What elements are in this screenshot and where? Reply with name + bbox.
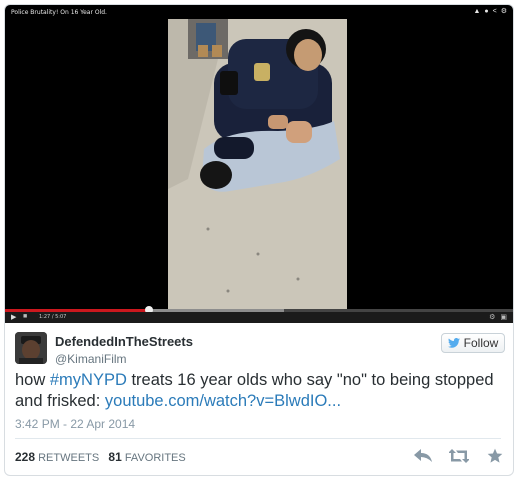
play-icon[interactable]: ▶ bbox=[11, 313, 16, 321]
avatar[interactable] bbox=[15, 332, 47, 364]
star-icon bbox=[487, 448, 503, 463]
twitter-bird-icon bbox=[447, 338, 460, 348]
video-title[interactable]: Police Brutality! On 16 Year Old. bbox=[11, 9, 107, 16]
video-frame-image bbox=[168, 19, 347, 311]
tweet-actions bbox=[413, 447, 505, 465]
hashtag-link[interactable]: #myNYPD bbox=[50, 371, 127, 389]
video-player[interactable]: Police Brutality! On 16 Year Old. ▲ ● < … bbox=[5, 5, 513, 323]
reply-icon bbox=[414, 449, 432, 462]
fullscreen-icon[interactable]: ▣ bbox=[500, 313, 507, 321]
video-frame[interactable] bbox=[168, 19, 347, 311]
favorites-count[interactable]: 81 bbox=[108, 450, 121, 464]
player-top-icons: ▲ ● < ⚙ bbox=[473, 8, 507, 16]
tweet-stats: 228 RETWEETS 81 FAVORITES bbox=[15, 450, 186, 464]
divider bbox=[15, 438, 501, 439]
player-right-controls: ⚙ ▣ bbox=[489, 313, 507, 321]
tweet-text: how #myNYPD treats 16 year olds who say … bbox=[15, 370, 505, 412]
youtube-link[interactable]: youtube.com/watch?v=BlwdIO... bbox=[105, 392, 341, 410]
tweet-timestamp[interactable]: 3:42 PM - 22 Apr 2014 bbox=[15, 417, 135, 431]
retweets-count[interactable]: 228 bbox=[15, 450, 35, 464]
user-handle[interactable]: @KimaniFilm bbox=[55, 352, 127, 366]
volume-icon[interactable]: ■ bbox=[23, 313, 27, 320]
retweet-button[interactable] bbox=[449, 447, 469, 465]
follow-button[interactable]: Follow bbox=[441, 333, 505, 353]
retweet-icon bbox=[449, 449, 469, 463]
follow-label: Follow bbox=[463, 336, 499, 350]
retweets-label[interactable]: RETWEETS bbox=[38, 452, 99, 464]
favorite-button[interactable] bbox=[485, 447, 505, 465]
tweet-text-start: how bbox=[15, 371, 50, 389]
settings-icon[interactable]: ⚙ bbox=[501, 8, 507, 16]
info-icon[interactable]: ● bbox=[484, 8, 488, 16]
favorites-label[interactable]: FAVORITES bbox=[125, 452, 186, 464]
reply-button[interactable] bbox=[413, 447, 433, 465]
share-icon[interactable]: < bbox=[493, 8, 497, 16]
settings-gear-icon[interactable]: ⚙ bbox=[489, 313, 495, 321]
avatar-image bbox=[15, 332, 47, 364]
display-name[interactable]: DefendedInTheStreets bbox=[55, 334, 193, 349]
tweet-card: Police Brutality! On 16 Year Old. ▲ ● < … bbox=[4, 4, 514, 476]
video-time: 1:27 / 5:07 bbox=[39, 314, 67, 320]
player-controls: ▶ ■ 1:27 / 5:07 ⚙ ▣ bbox=[5, 312, 513, 323]
tweet: DefendedInTheStreets @KimaniFilm Follow … bbox=[5, 323, 513, 475]
thumbs-up-icon[interactable]: ▲ bbox=[473, 8, 480, 16]
